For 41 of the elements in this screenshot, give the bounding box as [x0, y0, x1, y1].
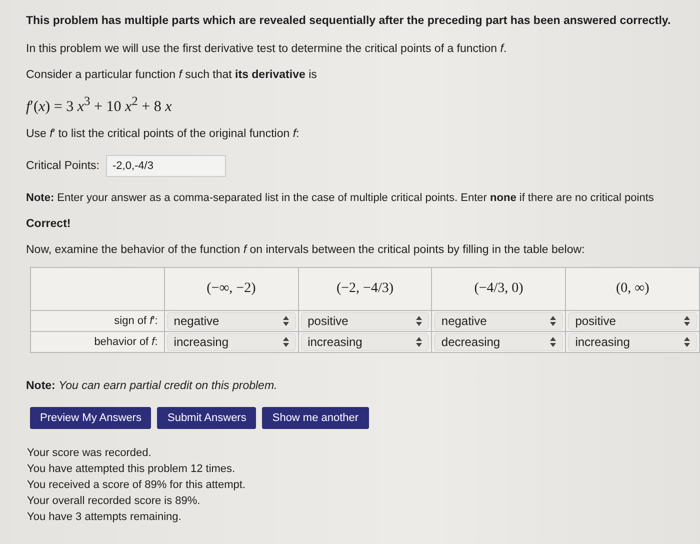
updown-caret-icon — [550, 337, 556, 347]
updown-caret-icon — [282, 337, 289, 347]
dropdown-select[interactable]: positive — [300, 312, 430, 330]
interval-header: (−4/3, 0) — [432, 268, 566, 310]
updown-caret-icon — [282, 316, 289, 326]
updown-caret-icon — [550, 316, 556, 326]
updown-caret-icon — [684, 316, 690, 326]
updown-caret-icon — [416, 316, 422, 326]
score-message: You received a score of 89% for this attempt. — [27, 478, 246, 493]
paragraph-text: In this problem we will use the first derivative test to determine the critical points of a function f. — [26, 43, 507, 55]
score-message: Your score was recorded. — [27, 446, 152, 461]
dropdown-select[interactable]: increasing — [166, 333, 296, 351]
dropdown-select[interactable]: increasing — [568, 333, 697, 351]
action-button[interactable]: Submit Answers — [157, 407, 256, 429]
instruction-text: Use f′ to list the critical points of the original function f: — [26, 128, 300, 140]
derivative-formula: f′(x) = 3 x$^{3}$ + 10 x$^{2}$ + 8 x — [26, 99, 172, 115]
dropdown-select[interactable]: increasing — [300, 333, 430, 351]
note-text: Note: Enter your answer as a comma-separated list in the case of multiple critical points. Enter none if there are no critical points — [26, 192, 654, 204]
table-intro-text: Now, examine the behavior of the function f on intervals between the critical points by filling in the table below: — [26, 244, 585, 256]
dropdown-select[interactable]: negative — [434, 312, 564, 330]
action-button[interactable]: Preview My Answers — [30, 407, 152, 429]
credit-note-text: Note: You can earn partial credit on this problem. — [26, 380, 278, 392]
score-message: Your overall recorded score is 89%. — [27, 494, 202, 509]
updown-caret-icon — [684, 337, 690, 347]
critical-points-field[interactable]: -2,0,-4/3 — [106, 155, 226, 177]
result-text: Correct! — [26, 217, 72, 231]
score-message: You have attempted this problem 12 times. — [27, 462, 236, 477]
interval-header: (−∞, −2) — [164, 268, 298, 310]
dropdown-select[interactable]: negative — [166, 312, 296, 330]
dropdown-select[interactable]: positive — [568, 312, 697, 330]
field-label: Critical Points: — [26, 159, 100, 173]
paragraph-text: Consider a particular function f such that its derivative is — [26, 69, 317, 81]
row-label: behavior of f: — [30, 332, 164, 352]
updown-caret-icon — [416, 337, 422, 347]
interval-header: (−2, −4/3) — [298, 268, 432, 310]
action-button[interactable]: Show me another — [262, 407, 369, 429]
score-message: You have 3 attempts remaining. — [27, 510, 182, 525]
dropdown-select[interactable]: decreasing — [434, 333, 564, 351]
header-text: This problem has multiple parts which are revealed sequentially after the preceding part has been answered correctly. — [26, 14, 672, 28]
interval-header: (0, ∞) — [566, 268, 700, 310]
row-label: sign of f′: — [30, 310, 164, 332]
